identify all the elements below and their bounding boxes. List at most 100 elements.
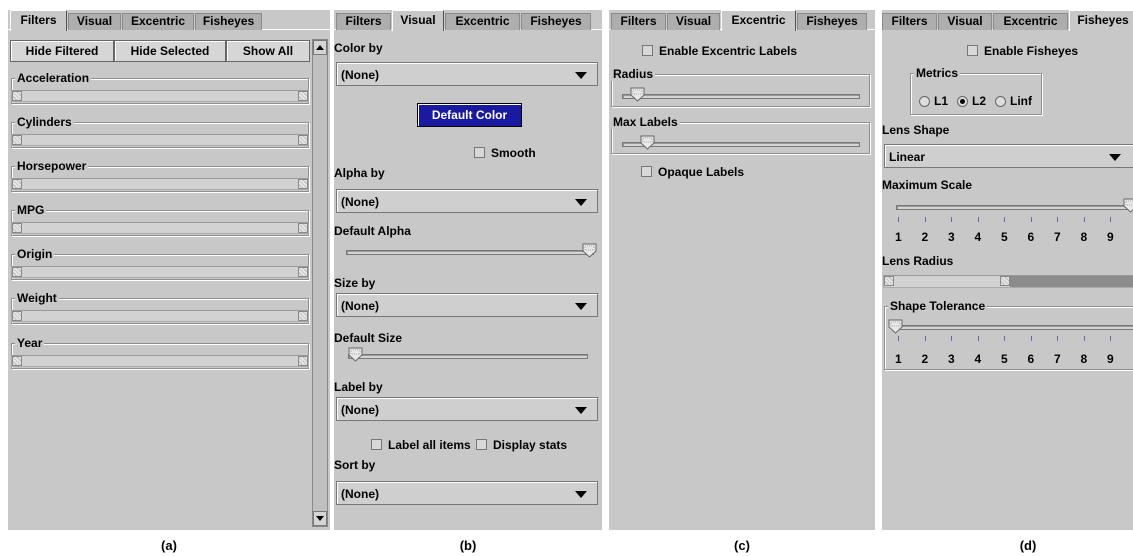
label-by-select[interactable]: (None) [336, 397, 598, 421]
tick-label: 3 [948, 230, 955, 244]
min-handle[interactable] [12, 223, 22, 233]
tab-visual[interactable]: Visual [392, 10, 444, 31]
radio-l1[interactable] [919, 96, 930, 107]
max-handle[interactable] [298, 311, 308, 321]
range-slider[interactable] [11, 310, 309, 322]
default-color-button[interactable]: Default Color [417, 103, 522, 127]
scrollbar[interactable] [312, 39, 328, 527]
max-handle[interactable] [298, 135, 308, 145]
range-slider[interactable] [11, 134, 309, 146]
enable-excentric-label: Enable Excentric Labels [659, 44, 798, 58]
tick-mark [898, 217, 899, 222]
max-labels-slider[interactable] [622, 142, 860, 147]
range-slider[interactable] [11, 90, 309, 102]
lens-shape-select[interactable]: Linear [884, 144, 1133, 168]
scroll-down-button[interactable] [313, 511, 327, 526]
tick-mark [1083, 336, 1085, 341]
alpha-by-select[interactable]: (None) [336, 189, 598, 213]
radio-linf[interactable] [995, 96, 1006, 107]
sort-by-select[interactable]: (None) [336, 481, 598, 505]
tick-mark [1083, 217, 1085, 222]
filter-group: Year [11, 336, 309, 369]
maximum-scale-slider[interactable] [896, 205, 1133, 210]
enable-excentric-checkbox[interactable] [642, 45, 653, 56]
slider-knob-icon[interactable] [1123, 198, 1133, 213]
size-by-value: (None) [341, 299, 379, 313]
tab-fisheyes[interactable]: Fisheyes [797, 13, 867, 30]
tab-visual[interactable]: Visual [68, 13, 121, 30]
color-by-select[interactable]: (None) [336, 62, 598, 86]
tick-mark [898, 336, 899, 341]
label-all-items-label: Label all items [388, 438, 471, 452]
min-handle[interactable] [12, 356, 22, 366]
min-handle[interactable] [12, 179, 22, 189]
scroll-up-button[interactable] [313, 40, 327, 55]
tab-filters[interactable]: Filters [336, 13, 391, 30]
tab-visual[interactable]: Visual [667, 13, 720, 30]
tab-fisheyes[interactable]: Fisheyes [521, 13, 591, 30]
tab-excentric[interactable]: Excentric [122, 13, 194, 30]
min-handle[interactable] [12, 311, 22, 321]
range-slider[interactable] [11, 355, 309, 367]
range-slider[interactable] [11, 222, 309, 234]
tick-label: 7 [1054, 352, 1061, 366]
lens-radius-slider[interactable] [883, 275, 1133, 288]
max-handle[interactable] [298, 356, 308, 366]
display-stats-label: Display stats [493, 438, 568, 452]
tick-label: 6 [1027, 352, 1035, 366]
shape-tolerance-slider[interactable] [892, 325, 1133, 330]
radio-l2[interactable] [957, 96, 968, 107]
max-handle[interactable] [298, 267, 308, 277]
tick-label: 4 [974, 230, 982, 244]
slider-knob-icon[interactable] [348, 347, 363, 362]
min-handle[interactable] [12, 135, 22, 145]
tab-excentric[interactable]: Excentric [721, 10, 796, 31]
tab-visual[interactable]: Visual [938, 13, 992, 30]
max-handle[interactable] [298, 91, 308, 101]
filter-group: Cylinders [11, 115, 309, 148]
hide-selected-button[interactable]: Hide Selected [114, 40, 226, 62]
max-handle[interactable] [1000, 276, 1010, 286]
radius-slider[interactable] [622, 94, 860, 99]
tab-filters[interactable]: Filters [611, 13, 666, 30]
label-all-items-checkbox[interactable] [371, 439, 382, 450]
default-alpha-slider[interactable] [346, 250, 594, 255]
min-handle[interactable] [12, 267, 22, 277]
slider-knob-icon[interactable] [888, 319, 903, 334]
max-handle[interactable] [298, 179, 308, 189]
chevron-down-icon [575, 407, 587, 414]
tick-label: 2 [921, 230, 929, 244]
tab-filters[interactable]: Filters [10, 10, 67, 31]
smooth-checkbox[interactable] [474, 147, 485, 158]
min-handle[interactable] [12, 91, 22, 101]
tab-fisheyes[interactable]: Fisheyes [1069, 10, 1133, 31]
min-handle[interactable] [884, 276, 894, 286]
tab-fisheyes[interactable]: Fisheyes [195, 13, 262, 30]
tab-filters[interactable]: Filters [882, 13, 937, 30]
tab-excentric[interactable]: Excentric [993, 13, 1068, 30]
tick-mark [1004, 336, 1005, 341]
radius-label: Radius [611, 67, 656, 81]
filter-group: Acceleration [11, 71, 309, 104]
opaque-labels-checkbox[interactable] [641, 166, 652, 177]
enable-fisheyes-checkbox[interactable] [967, 45, 978, 56]
hide-filtered-button[interactable]: Hide Filtered [10, 40, 114, 62]
arrow-down-icon [316, 516, 324, 521]
caption-b: (b) [459, 538, 477, 553]
show-all-button[interactable]: Show All [226, 40, 310, 62]
slider-knob-icon[interactable] [582, 243, 597, 258]
display-stats-checkbox[interactable] [476, 439, 487, 450]
range-slider[interactable] [11, 178, 309, 190]
chevron-down-icon [575, 491, 587, 498]
slider-knob-icon[interactable] [630, 87, 645, 102]
max-handle[interactable] [298, 223, 308, 233]
size-by-select[interactable]: (None) [336, 293, 598, 317]
range-slider[interactable] [11, 266, 309, 278]
tick-label: 4 [974, 352, 982, 366]
filter-group: Horsepower [11, 159, 309, 192]
tab-excentric[interactable]: Excentric [445, 13, 520, 30]
slider-knob-icon[interactable] [640, 135, 655, 150]
tick-label: 8 [1080, 230, 1088, 244]
default-size-slider[interactable] [348, 354, 588, 359]
filter-label: Weight [15, 291, 59, 305]
